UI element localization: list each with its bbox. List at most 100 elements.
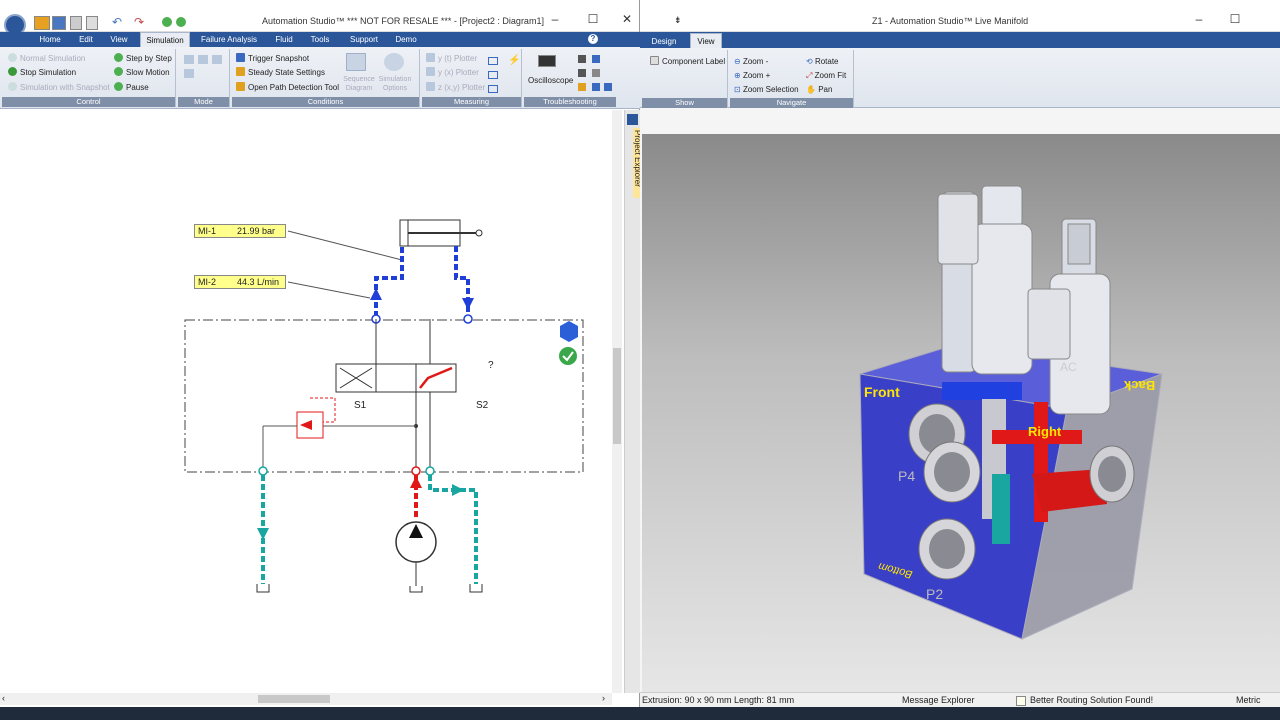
question-mark: ?	[488, 360, 494, 371]
oscilloscope-icon[interactable]	[538, 55, 556, 67]
stop-icon	[8, 67, 17, 76]
open-file-icon[interactable]	[52, 16, 66, 30]
label-ac: AC	[1060, 360, 1077, 374]
menu-bar: Home Edit View Simulation Failure Analys…	[0, 32, 640, 47]
lightning-icon[interactable]: ⚡	[508, 55, 520, 66]
zoom-out-button[interactable]: ⊖ Zoom -	[734, 56, 768, 68]
close-button[interactable]: ✕	[618, 12, 636, 26]
menu-support[interactable]: Support	[344, 32, 384, 47]
sequence-diagram-icon[interactable]	[346, 53, 366, 71]
mode-icon[interactable]	[198, 55, 208, 64]
maximize-button[interactable]: ☐	[584, 12, 602, 26]
tab-view[interactable]: View	[690, 33, 722, 48]
menu-view[interactable]: View	[104, 32, 134, 47]
menu-tools[interactable]: Tools	[304, 32, 336, 47]
channel-teal	[992, 474, 1010, 544]
simulation-options-icon[interactable]	[384, 53, 404, 71]
navigate-group-label: Navigate	[730, 98, 853, 108]
rod-end	[475, 229, 483, 237]
3d-viewport[interactable]: Front Back Right Bottom P4 P2 AC	[642, 134, 1280, 692]
tool-icon[interactable]	[592, 83, 600, 91]
right-window-title: Z1 - Automation Studio™ Live Manifold	[872, 16, 1029, 26]
minimize-button[interactable]: –	[1190, 12, 1208, 26]
menu-failure-analysis[interactable]: Failure Analysis	[198, 32, 260, 47]
oscilloscope-button[interactable]: Oscilloscope	[528, 75, 573, 87]
undo-icon[interactable]: ↶	[112, 15, 122, 29]
new-file-icon[interactable]	[34, 16, 50, 30]
menu-edit[interactable]: Edit	[72, 32, 100, 47]
yx-plotter-button[interactable]: y (x) Plotter	[426, 67, 479, 79]
menu-demo[interactable]: Demo	[390, 32, 422, 47]
network-icon[interactable]	[488, 85, 498, 93]
zoom-in-button[interactable]: ⊕ Zoom +	[734, 70, 770, 82]
horizontal-scrollbar[interactable]: ‹ ›	[0, 693, 612, 705]
automation-studio-window: ↶ ↷ Automation Studio™ *** NOT FOR RESAL…	[0, 0, 642, 720]
troubleshooting-group: Oscilloscope Troubleshooting	[524, 49, 616, 107]
port-b	[463, 314, 473, 324]
routing-status: Better Routing Solution Found!	[1030, 695, 1154, 705]
tool-icon[interactable]	[578, 69, 586, 77]
tool-icon[interactable]	[592, 69, 600, 77]
left-title-bar: ↶ ↷ Automation Studio™ *** NOT FOR RESAL…	[0, 0, 639, 36]
mode-icon[interactable]	[184, 69, 194, 78]
simulation-options-button[interactable]: Simulation Options	[378, 75, 412, 93]
pan-button[interactable]: ✋ Pan	[806, 84, 832, 96]
cube-icon	[560, 321, 578, 342]
pause-icon	[114, 82, 123, 91]
tab-design[interactable]: Design	[646, 34, 682, 49]
mi2-label[interactable]: MI-2 44.3 L/min	[194, 275, 286, 289]
pause-button[interactable]: Pause	[114, 82, 149, 94]
scroll-right-icon[interactable]: ›	[602, 693, 605, 703]
rotate-button[interactable]: ⟲ Rotate	[806, 56, 839, 68]
zoom-selection-button[interactable]: ⊡ Zoom Selection	[734, 84, 799, 96]
units-status[interactable]: Metric	[1236, 693, 1261, 708]
stem-top	[1067, 223, 1091, 265]
scroll-left-icon[interactable]: ‹	[2, 693, 5, 703]
diagram-canvas[interactable]: MI-1 21.99 bar MI-2 44.3 L/min S1 S2 ?	[0, 110, 622, 693]
normal-simulation-button[interactable]: Normal Simulation	[8, 53, 85, 65]
step-by-step-button[interactable]: Step by Step	[114, 53, 172, 65]
taskbar	[0, 707, 1280, 720]
steady-state-button[interactable]: Steady State Settings	[236, 67, 325, 79]
tool-icon[interactable]	[592, 55, 600, 63]
stop-simulation-button[interactable]: Stop Simulation	[8, 67, 76, 79]
open-path-tool-button[interactable]: Open Path Detection Tool	[236, 82, 339, 94]
menu-simulation[interactable]: Simulation	[140, 32, 190, 47]
mi1-label[interactable]: MI-1 21.99 bar	[194, 224, 286, 238]
scroll-thumb[interactable]	[258, 695, 330, 703]
zoom-fit-button[interactable]: ⤢ Zoom Fit	[806, 70, 846, 82]
print-icon[interactable]	[86, 16, 98, 30]
vertical-scrollbar[interactable]	[612, 110, 622, 693]
mode-icon[interactable]	[184, 55, 194, 64]
slow-icon	[114, 67, 123, 76]
sequence-diagram-button[interactable]: Sequence Diagram	[342, 75, 376, 93]
maximize-button[interactable]: ☐	[1226, 12, 1244, 26]
menu-home[interactable]: Home	[34, 32, 66, 47]
plot-icon	[426, 82, 435, 91]
scroll-thumb[interactable]	[613, 348, 621, 444]
tool-icon[interactable]	[578, 83, 586, 91]
help-icon[interactable]: ?	[588, 34, 598, 44]
zxy-plotter-button[interactable]: z (x,y) Plotter	[426, 82, 485, 94]
component-label-button[interactable]: Component Label	[650, 56, 725, 68]
minimize-button[interactable]: –	[546, 12, 564, 26]
simulation-snapshot-button[interactable]: Simulation with Snapshot	[8, 82, 110, 94]
mode-icon[interactable]	[212, 55, 222, 64]
save-icon[interactable]	[70, 16, 82, 30]
simulation-ribbon: Normal Simulation Stop Simulation Simula…	[0, 47, 640, 109]
message-explorer-tab[interactable]: Message Explorer	[902, 693, 975, 708]
table-icon[interactable]	[488, 71, 498, 79]
run-icon[interactable]	[162, 17, 172, 27]
project-explorer-tab[interactable]: Project Explorer	[624, 110, 642, 693]
slow-motion-button[interactable]: Slow Motion	[114, 67, 170, 79]
table-icon[interactable]	[488, 57, 498, 65]
tool-icon[interactable]	[578, 55, 586, 63]
step-icon[interactable]	[176, 17, 186, 27]
menu-fluid[interactable]: Fluid	[268, 32, 300, 47]
tool-icon[interactable]	[604, 83, 612, 91]
quick-access-icon[interactable]: ⇟	[674, 15, 682, 26]
trigger-snapshot-button[interactable]: Trigger Snapshot	[236, 53, 309, 65]
redo-icon[interactable]: ↷	[134, 15, 144, 29]
channel-blue	[942, 382, 1022, 400]
yt-plotter-button[interactable]: y (t) Plotter	[426, 53, 477, 65]
